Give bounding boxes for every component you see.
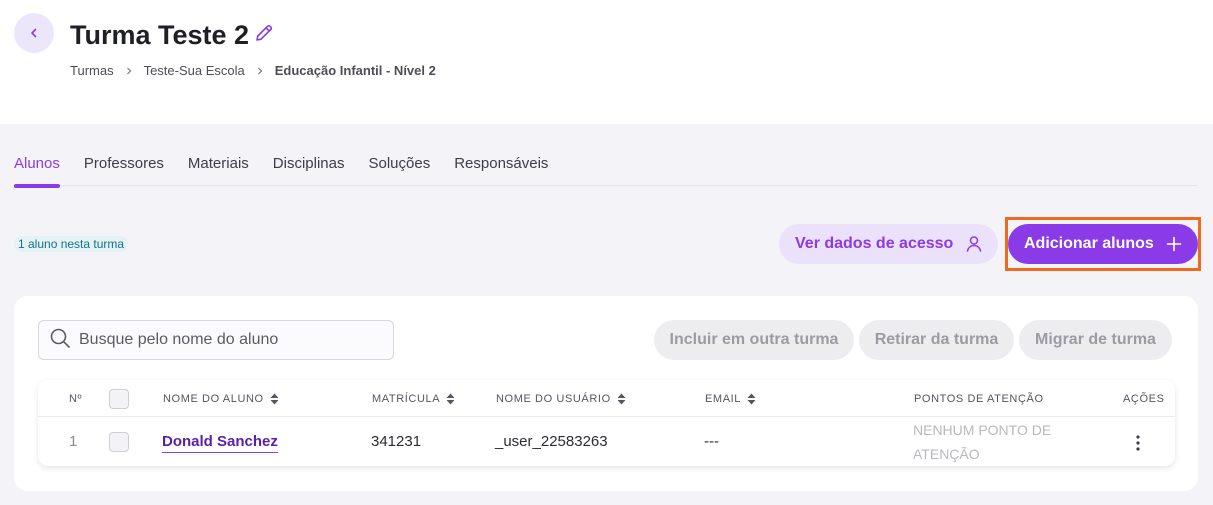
column-header-actions: AÇÕES (1123, 393, 1165, 405)
row-username: _user_22583263 (495, 433, 608, 450)
select-all-checkbox[interactable] (109, 389, 129, 409)
sort-icon[interactable] (747, 393, 756, 405)
chevron-left-icon (31, 28, 37, 38)
kebab-icon[interactable] (1126, 431, 1150, 455)
column-header-email[interactable]: EMAIL (705, 393, 756, 405)
breadcrumb: Turmas Teste-Sua Escola Educação Infanti… (70, 63, 436, 78)
tab-bar: Alunos Professores Materiais Disciplinas… (14, 154, 1197, 188)
row-checkbox[interactable] (109, 432, 129, 452)
chevron-right-icon (255, 66, 265, 76)
breadcrumb-item-school[interactable]: Teste-Sua Escola (144, 63, 245, 78)
sort-icon[interactable] (270, 393, 279, 405)
include-other-class-button[interactable]: Incluir em outra turma (654, 320, 854, 360)
sort-icon[interactable] (617, 393, 626, 405)
remove-from-class-button[interactable]: Retirar da turma (859, 320, 1014, 360)
student-name-link[interactable]: Donald Sanchez (162, 433, 278, 453)
column-header-registration[interactable]: MATRÍCULA (372, 393, 455, 405)
search-input[interactable] (79, 331, 379, 349)
column-header-username[interactable]: NOME DO USUÁRIO (496, 393, 626, 405)
tab-materiais[interactable]: Materiais (188, 154, 249, 186)
row-registration: 341231 (371, 433, 422, 450)
add-students-label: Adicionar alunos (1024, 235, 1154, 252)
column-header-name[interactable]: NOME DO ALUNO (163, 393, 279, 405)
tab-solucoes[interactable]: Soluções (368, 154, 430, 186)
row-email: --- (704, 433, 719, 450)
students-card: Incluir em outra turma Retirar da turma … (14, 296, 1198, 491)
tab-disciplinas[interactable]: Disciplinas (273, 154, 345, 186)
tab-professores[interactable]: Professores (84, 154, 164, 186)
breadcrumb-item-turmas[interactable]: Turmas (70, 63, 114, 78)
back-button[interactable] (14, 13, 54, 53)
search-field[interactable] (38, 320, 394, 360)
row-number: 1 (69, 433, 78, 450)
pencil-icon[interactable] (253, 22, 275, 44)
page-header: Turma Teste 2 Turmas Teste-Sua Escola Ed… (0, 0, 1213, 124)
add-students-button[interactable]: Adicionar alunos (1008, 224, 1198, 264)
student-count-badge: 1 aluno nesta turma (14, 236, 129, 252)
user-icon (964, 234, 984, 259)
table-header: Nº NOME DO ALUNO MATRÍCULA NOME DO USUÁR… (38, 380, 1175, 417)
search-icon (49, 327, 71, 354)
plus-icon (1166, 236, 1182, 257)
breadcrumb-item-current: Educação Infantil - Nível 2 (274, 63, 436, 78)
column-header-number: Nº (69, 393, 83, 405)
tab-alunos[interactable]: Alunos (14, 154, 60, 188)
row-attention-points: NENHUM PONTO DE ATENÇÃO (913, 422, 1052, 462)
sort-icon[interactable] (446, 393, 455, 405)
chevron-right-icon (124, 66, 134, 76)
view-access-data-button[interactable]: Ver dados de acesso (779, 224, 998, 264)
column-header-attention: PONTOS DE ATENÇÃO (914, 393, 1044, 405)
migrate-class-button[interactable]: Migrar de turma (1019, 320, 1172, 360)
students-table: Nº NOME DO ALUNO MATRÍCULA NOME DO USUÁR… (38, 380, 1175, 466)
main-content: Alunos Professores Materiais Disciplinas… (0, 124, 1213, 505)
tab-responsaveis[interactable]: Responsáveis (454, 154, 548, 186)
page-title: Turma Teste 2 (70, 20, 250, 50)
view-access-data-label: Ver dados de acesso (795, 235, 954, 252)
